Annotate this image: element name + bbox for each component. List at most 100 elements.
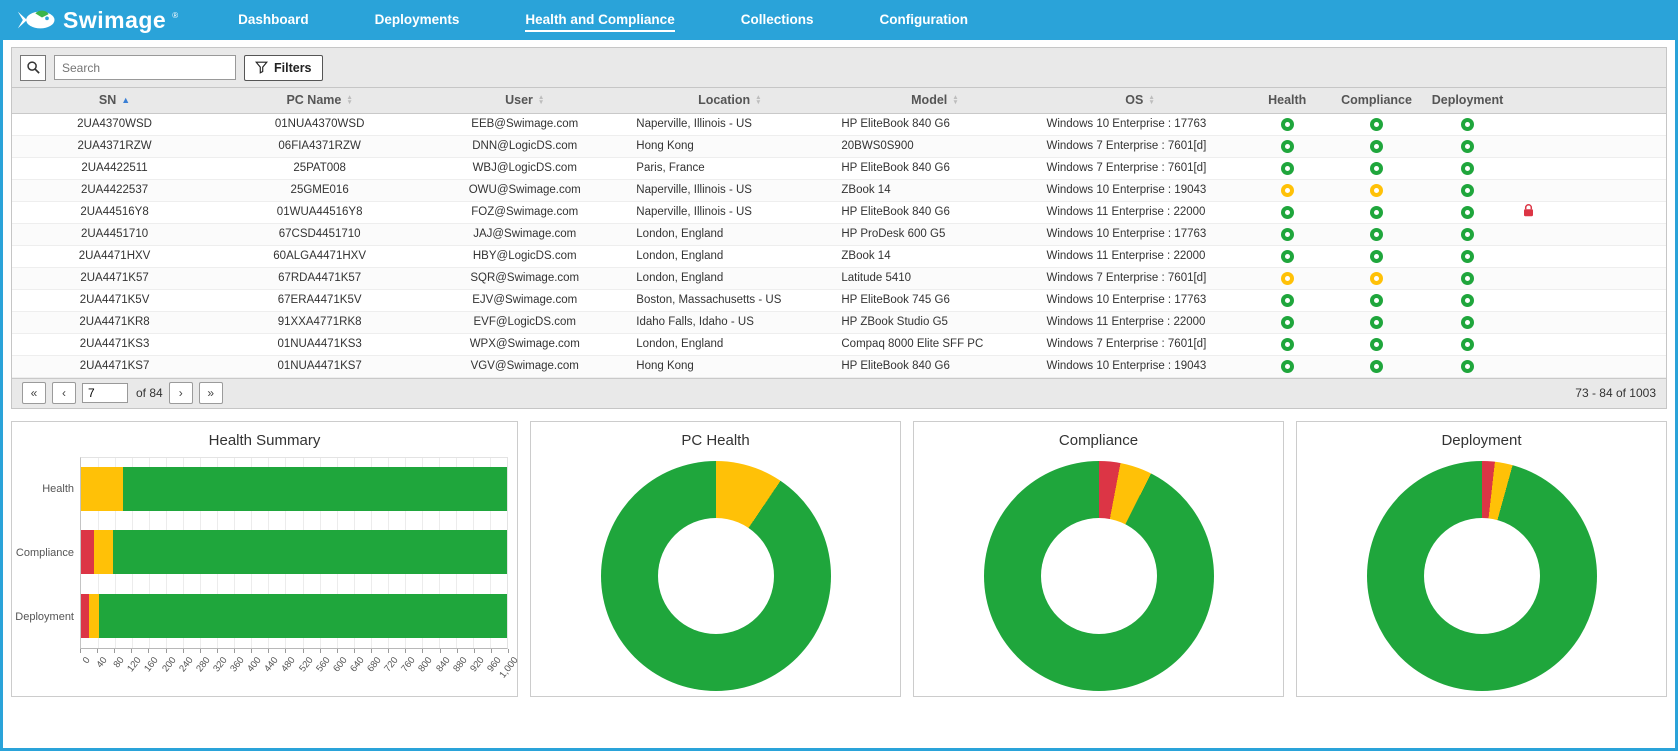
x-tick-mark (148, 648, 150, 653)
table-row[interactable]: 2UA4471KR8 91XXA4771RK8 EVF@LogicDS.com Ida… (12, 311, 1666, 334)
lock-cell (1513, 223, 1666, 246)
health-status-icon (1280, 205, 1294, 219)
search-input[interactable] (54, 55, 236, 80)
health-status-icon (1280, 293, 1294, 307)
table-row[interactable]: 2UA4471K5V 67ERA4471K5V EJV@Swimage.com Bos… (12, 289, 1666, 312)
table-row[interactable]: 2UA4471KS7 01NUA4471KS7 VGV@Swimage.com Hon… (12, 355, 1666, 378)
donut-hole (657, 517, 774, 634)
table-row[interactable]: 2UA4471K57 67RDA4471K57 SQR@Swimage.com Lon… (12, 267, 1666, 290)
health-status-cell (1242, 333, 1332, 356)
deployment-status-cell (1421, 223, 1514, 246)
deployment-status-icon (1460, 359, 1474, 373)
top-navbar: Swimage ® Dashboard Deployments Health a… (3, 0, 1675, 40)
nav-item-dashboard[interactable]: Dashboard (238, 8, 309, 32)
compliance-status-cell (1331, 201, 1422, 224)
table-header: SN ▲ PC Name ▲ ▼ User ▲ ▼ Location ▲ ▼ Model ▲ ▼ OS ▲ ▼ H… (12, 88, 1666, 114)
x-tick-label: 120 (125, 654, 145, 674)
column-header-model[interactable]: Model ▲ ▼ (832, 88, 1038, 114)
location-cell: Boston, Massachusetts - US (627, 289, 833, 312)
pc-health-card: PC Health (530, 420, 901, 697)
compliance-status-cell (1331, 135, 1422, 158)
compliance-status-icon (1370, 205, 1384, 219)
table-row[interactable]: 2UA4370WSD 01NUA4370WSD EEB@Swimage.com Nap… (12, 113, 1666, 136)
x-tick-label: 600 (331, 654, 350, 674)
os-cell: Windows 10 Enterprise : 19043 (1037, 179, 1243, 202)
health-summary-y-labels: Health Compliance Deployment (15, 457, 80, 649)
column-header-pc-name[interactable]: PC Name ▲ ▼ (217, 88, 423, 114)
sn-cell: 2UA4471KS3 (12, 333, 218, 356)
table-row[interactable]: 2UA4371RZW 06FIA4371RZW DNN@LogicDS.com Hon… (12, 135, 1666, 158)
search-button[interactable] (20, 54, 46, 81)
filters-button[interactable]: Filters (244, 54, 323, 81)
compliance-title: Compliance (1058, 431, 1139, 449)
bar-segment-warning (93, 530, 113, 575)
column-label: User (505, 93, 533, 108)
sn-cell: 2UA4422537 (12, 179, 218, 202)
x-tick-label: 880 (450, 654, 470, 674)
x-tick-mark (336, 648, 338, 653)
pc-name-cell: 67ERA4471K5V (217, 289, 423, 312)
location-cell: London, England (627, 267, 833, 290)
sort-toggle-icon[interactable]: ▲ ▼ (538, 95, 544, 107)
user-cell: FOZ@Swimage.com (422, 201, 628, 224)
bar-row-compliance (81, 521, 507, 584)
x-tick-mark (353, 648, 355, 653)
bar-segment-warning (88, 593, 100, 638)
nav-item-health-and-compliance[interactable]: Health and Compliance (525, 8, 675, 32)
nav-item-configuration[interactable]: Configuration (879, 8, 967, 32)
deployment-status-icon (1460, 271, 1474, 285)
health-summary-title: Health Summary (208, 431, 321, 449)
model-cell: HP ProDesk 600 G5 (832, 223, 1038, 246)
sort-toggle-icon[interactable]: ▲ ▼ (952, 95, 958, 107)
table-row[interactable]: 2UA4471KS3 01NUA4471KS3 WPX@Swimage.com Lon… (12, 333, 1666, 356)
table-row[interactable]: 2UA4451710 67CSD4451710 JAJ@Swimage.com Lon… (12, 223, 1666, 246)
next-page-button[interactable]: › (168, 382, 193, 404)
health-summary-plot (80, 456, 508, 649)
x-tick-mark (473, 648, 475, 653)
table-row[interactable]: 2UA4471HXV 60ALGA4471HXV HBY@LogicDS.com Lo… (12, 245, 1666, 268)
deployment-status-icon (1460, 249, 1474, 263)
os-cell: Windows 10 Enterprise : 17763 (1037, 223, 1243, 246)
column-header-user[interactable]: User ▲ ▼ (422, 88, 628, 114)
location-cell: Naperville, Illinois - US (627, 113, 833, 136)
sort-toggle-icon[interactable]: ▲ ▼ (755, 95, 761, 107)
table-row[interactable]: 2UA44516Y8 01WUA44516Y8 FOZ@Swimage.com Nap… (12, 201, 1666, 224)
deployment-status-icon (1460, 183, 1474, 197)
stacked-bar (81, 530, 507, 575)
sort-ascending-icon[interactable]: ▲ (121, 95, 130, 105)
compliance-status-icon (1370, 117, 1384, 131)
page-number-input[interactable] (82, 383, 128, 403)
location-cell: Naperville, Illinois - US (627, 201, 833, 224)
x-tick-mark (216, 648, 218, 653)
compliance-status-cell (1331, 245, 1422, 268)
user-cell: WBJ@LogicDS.com (422, 157, 628, 180)
column-header-os[interactable]: OS ▲ ▼ (1037, 88, 1243, 114)
health-status-icon (1280, 249, 1294, 263)
health-status-icon (1280, 227, 1294, 241)
first-page-button[interactable]: « (22, 382, 46, 404)
health-status-icon (1280, 161, 1294, 175)
deployment-status-icon (1460, 315, 1474, 329)
brand[interactable]: Swimage ® (17, 7, 178, 33)
table-row[interactable]: 2UA4422511 25PAT008 WBJ@LogicDS.com Paris, … (12, 157, 1666, 180)
column-header-location[interactable]: Location ▲ ▼ (627, 88, 833, 114)
user-cell: JAJ@Swimage.com (422, 223, 628, 246)
x-tick-label: 560 (313, 654, 333, 674)
nav-item-deployments[interactable]: Deployments (375, 8, 460, 32)
last-page-button[interactable]: » (198, 382, 223, 404)
sort-toggle-icon[interactable]: ▲ ▼ (1148, 95, 1154, 107)
prev-page-button[interactable]: ‹ (52, 382, 76, 404)
y-category-label: Health (42, 482, 74, 495)
column-label: OS (1125, 93, 1144, 108)
column-header-health: Health (1242, 88, 1332, 114)
nav-item-collections[interactable]: Collections (741, 8, 814, 32)
column-header-sn[interactable]: SN ▲ (12, 88, 218, 114)
charts-row: Health Summary Health Compliance Deploymen… (11, 420, 1667, 697)
sn-cell: 2UA4471KS7 (12, 355, 218, 378)
health-status-cell (1242, 113, 1332, 136)
compliance-status-icon (1370, 227, 1384, 241)
model-cell: HP EliteBook 745 G6 (832, 289, 1038, 312)
table-row[interactable]: 2UA4422537 25GME016 OWU@Swimage.com Napervi… (12, 179, 1666, 202)
sort-toggle-icon[interactable]: ▲ ▼ (346, 95, 352, 107)
health-status-cell (1242, 179, 1332, 202)
